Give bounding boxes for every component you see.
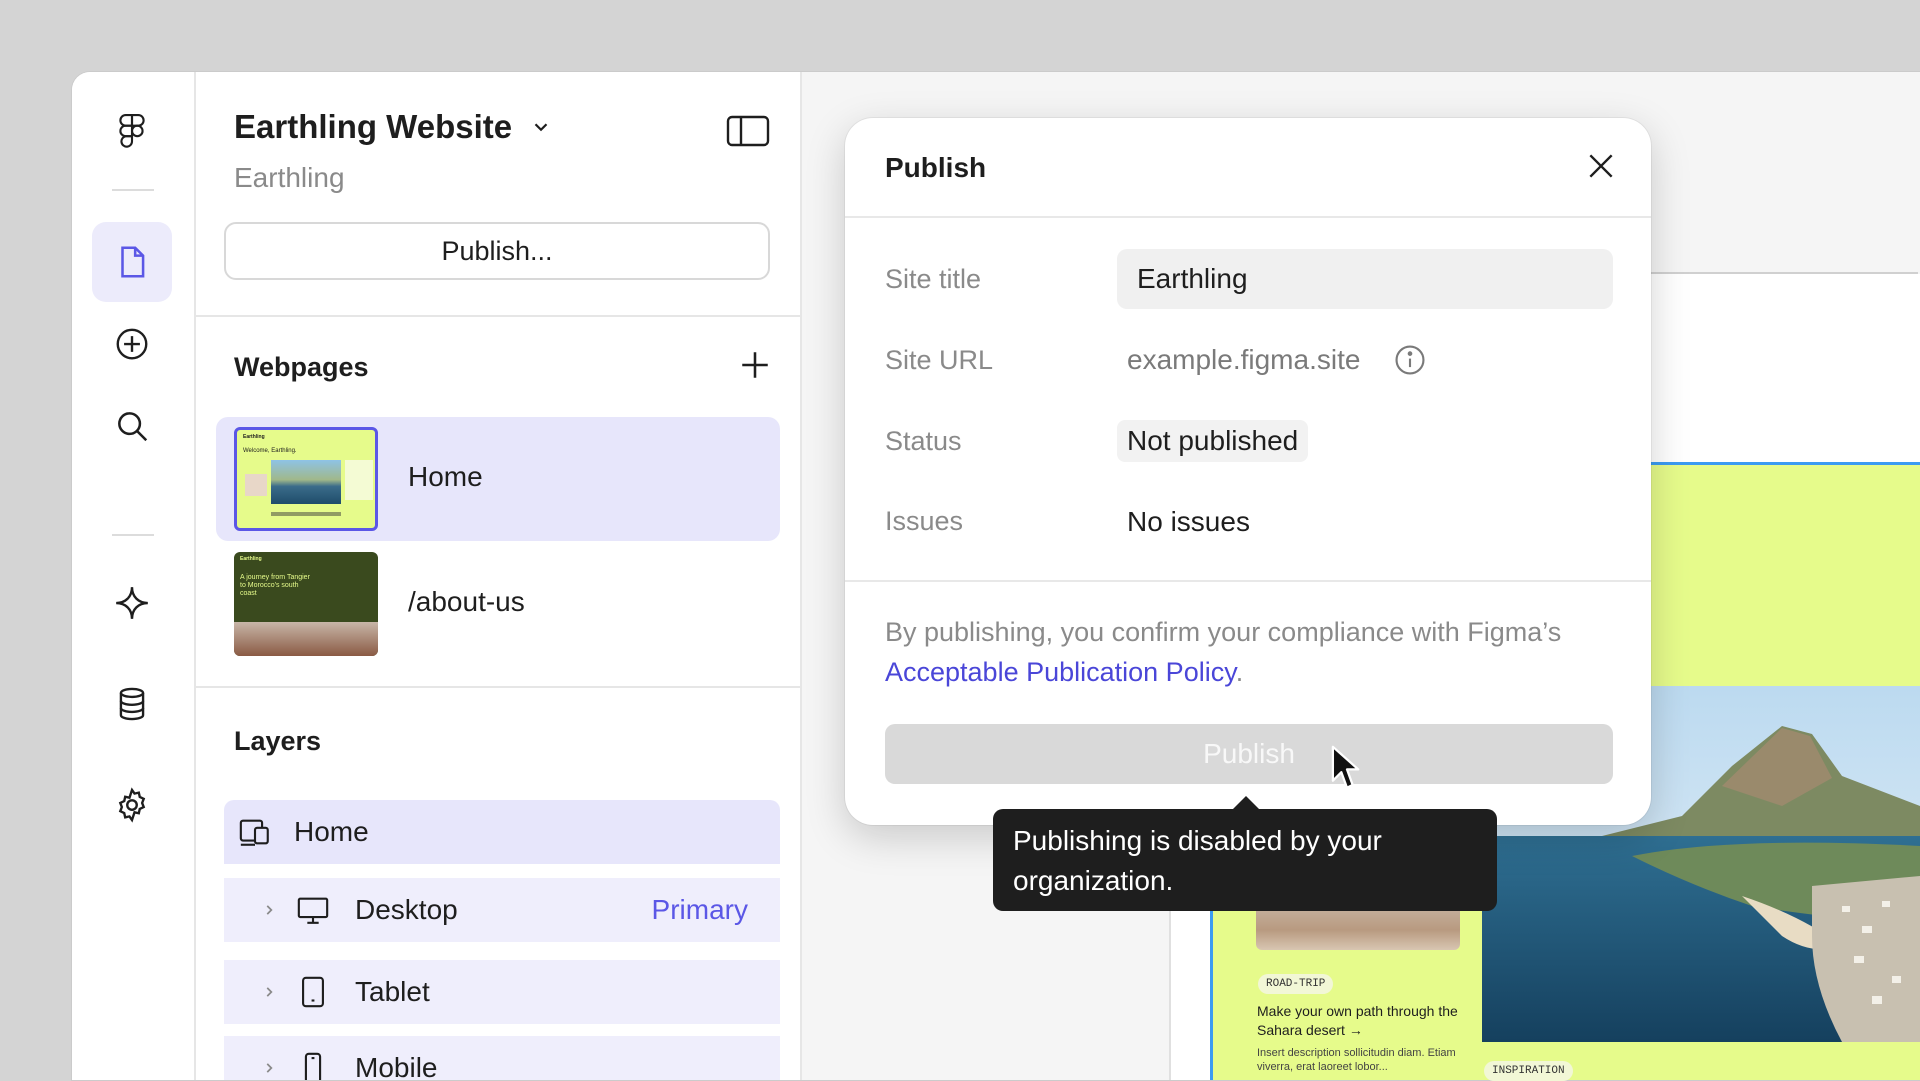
publish-dialog: Publish Site title Site URL example.figm…: [845, 118, 1651, 825]
preview-card-title: Make your own path through the Sahara de…: [1257, 1003, 1458, 1038]
section-divider: [196, 315, 800, 317]
tool-rail: [72, 72, 196, 1080]
tablet-icon: [302, 976, 324, 1008]
dialog-divider: [845, 216, 1651, 218]
status-badge: Not published: [1117, 420, 1309, 462]
site-title-label: Site title: [885, 264, 982, 294]
layer-row-tablet[interactable]: Tablet: [224, 960, 780, 1024]
tooltip-arrow: [1232, 796, 1260, 810]
project-title-dropdown[interactable]: Earthling Website: [234, 108, 552, 146]
policy-notice: By publishing, you confirm your complian…: [885, 617, 1562, 687]
layer-row-desktop[interactable]: Desktop Primary: [224, 878, 780, 942]
preview-tag-road-trip: ROAD-TRIP: [1258, 974, 1334, 994]
add-page-icon[interactable]: [738, 348, 772, 382]
dialog-divider: [845, 580, 1651, 582]
about-thumbnail: Earthling A journey from Tangier to Moro…: [234, 552, 378, 656]
panel-toggle-icon[interactable]: [726, 114, 770, 148]
cms-tool-button[interactable]: [92, 664, 172, 744]
insert-tool-button[interactable]: [92, 304, 172, 384]
preview-tag-inspiration: INSPIRATION: [1484, 1061, 1573, 1081]
sparkle-icon: [116, 587, 148, 619]
layer-label: Desktop: [355, 894, 458, 925]
chevron-right-icon[interactable]: [262, 985, 276, 999]
file-icon: [121, 246, 145, 278]
webpage-label: /about-us: [408, 586, 525, 617]
disabled-tooltip: Publishing is disabled by your organizat…: [993, 809, 1497, 911]
close-icon[interactable]: [1585, 150, 1617, 182]
database-icon: [119, 687, 145, 721]
figma-logo-icon[interactable]: [92, 92, 172, 172]
plus-circle-icon: [116, 328, 148, 360]
left-sidebar: Earthling Website Earthling Publish... W…: [196, 72, 802, 1080]
desktop-icon: [297, 897, 329, 924]
site-url-label: Site URL: [885, 345, 994, 375]
layer-row-mobile[interactable]: Mobile: [224, 1036, 780, 1080]
home-thumbnail: Earthling Welcome, Earthling.: [234, 427, 378, 531]
publish-dialog-button[interactable]: Publish...: [224, 222, 770, 280]
issues-label: Issues: [885, 506, 964, 536]
site-title-input[interactable]: [1117, 249, 1613, 309]
rail-divider: [112, 189, 154, 191]
dialog-title: Publish: [885, 152, 987, 183]
pages-tool-button[interactable]: [92, 222, 172, 302]
publish-button[interactable]: Publish: [885, 724, 1613, 784]
issues-value: No issues: [1127, 506, 1250, 537]
section-divider: [196, 686, 800, 688]
rail-divider: [112, 534, 154, 536]
layer-label: Mobile: [355, 1052, 438, 1080]
gear-icon: [118, 787, 146, 823]
layers-heading: Layers: [234, 726, 322, 756]
webpage-label: Home: [408, 461, 483, 492]
mobile-icon: [304, 1052, 322, 1080]
search-tool-button[interactable]: [92, 386, 172, 466]
preview-card-description: Insert description sollicitudin diam. Et…: [1257, 1047, 1456, 1073]
settings-tool-button[interactable]: [92, 765, 172, 845]
responsive-icon: [239, 819, 269, 846]
layer-label: Tablet: [355, 976, 430, 1007]
webpages-heading: Webpages: [234, 352, 369, 382]
mouse-cursor-icon: [1331, 745, 1360, 789]
acceptable-publication-policy-link[interactable]: Acceptable Publication Policy: [885, 657, 1236, 687]
ai-tool-button[interactable]: [92, 563, 172, 643]
webpage-item-home[interactable]: Earthling Welcome, Earthling. Home: [216, 417, 780, 541]
search-icon: [118, 412, 148, 442]
chevron-down-icon: [534, 123, 548, 132]
info-icon[interactable]: [1393, 343, 1427, 377]
chevron-right-icon[interactable]: [262, 1061, 276, 1075]
team-name: Earthling: [234, 162, 345, 193]
layer-label: Home: [294, 816, 369, 847]
webpage-item-about-us[interactable]: Earthling A journey from Tangier to Moro…: [216, 542, 780, 666]
chevron-right-icon[interactable]: [262, 903, 276, 917]
project-title: Earthling Website: [234, 108, 513, 145]
site-url-value: example.figma.site: [1127, 344, 1361, 375]
status-label: Status: [885, 426, 962, 456]
layer-row-home[interactable]: Home: [224, 800, 780, 864]
primary-badge: Primary: [651, 894, 748, 925]
